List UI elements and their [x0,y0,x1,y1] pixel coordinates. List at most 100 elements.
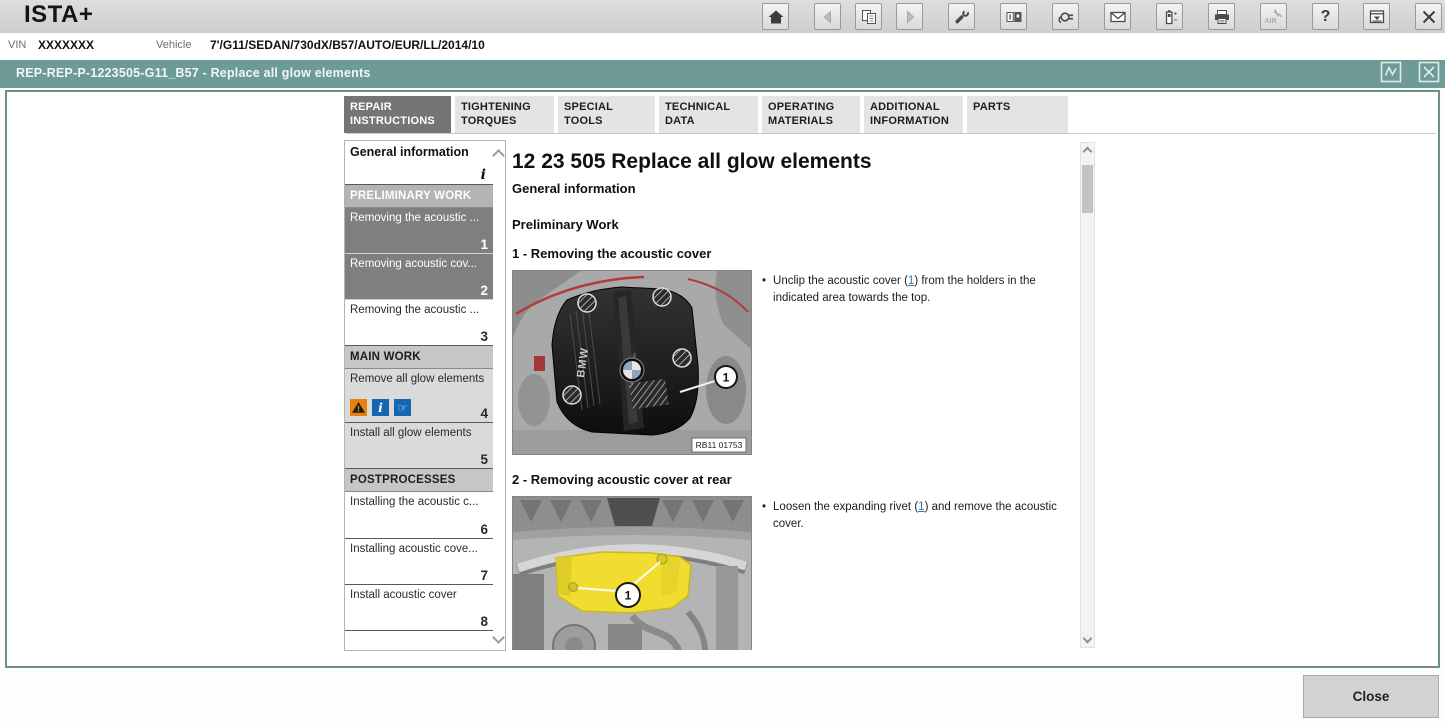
close-app-button[interactable] [1415,3,1442,30]
back-arrow-icon [819,8,837,26]
sidebar-scroll-up-icon[interactable] [492,149,505,162]
signal-button[interactable] [1380,63,1402,85]
step-number: 7 [480,568,488,583]
back-button[interactable] [814,3,841,30]
home-button[interactable] [762,3,789,30]
tab-divider [346,133,1436,134]
step-number: 1 [480,237,488,252]
sidebar-item-label: Installing acoustic cove... [350,543,478,555]
step-number: 6 [480,522,488,537]
workshop-tools-button[interactable] [948,3,975,30]
messages-button[interactable] [1104,3,1131,30]
svg-text:☞: ☞ [398,402,408,415]
battery-button[interactable] [1156,3,1183,30]
air-button[interactable]: AIR [1260,3,1287,30]
tab-additional-information[interactable]: ADDITIONAL INFORMATION [864,96,963,133]
close-document-button[interactable] [1418,63,1440,85]
step1-heading: 1 - Removing the acoustic cover [512,246,711,261]
scrollbar-thumb[interactable] [1082,165,1093,213]
sidebar-header-main-work: MAIN WORK [345,346,493,369]
ista-application-window: ISTA+ AIR ? VIN X [0,0,1445,727]
bullet-marker [762,273,773,307]
sidebar-item-step-8[interactable]: Install acoustic cover 8 [345,585,493,631]
operations-list-icon [860,8,878,26]
tab-label: TECHNICAL DATA [665,101,730,127]
svg-text:i: i [378,400,383,415]
content-scrollbar[interactable] [1080,142,1095,648]
tab-operating-materials[interactable]: OPERATING MATERIALS [762,96,860,133]
home-icon [767,8,785,26]
document-heading: 12 23 505 Replace all glow elements [512,150,872,174]
sidebar-item-label: Remove all glow elements [350,373,484,385]
sidebar-header-preliminary-work: PRELIMINARY WORK [345,185,493,208]
bullet-marker [762,499,773,533]
chevron-up-icon [1083,147,1093,157]
warning-icon[interactable] [350,399,367,419]
sidebar-item-label: Removing the acoustic ... [350,304,479,316]
step2-figure: 1 [512,496,752,650]
help-icon: ? [1321,9,1331,25]
forward-button[interactable] [896,3,923,30]
sidebar-scroll-down-icon[interactable] [492,631,505,644]
step1-figure: BMW TwinPower Turbo 1 RB11 01753 [512,270,752,455]
sidebar-item-step-1[interactable]: Removing the acoustic ... 1 [345,208,493,254]
step2-heading: 2 - Removing acoustic cover at rear [512,472,732,487]
tab-parts[interactable]: PARTS [967,96,1068,133]
chevron-down-icon [1083,634,1093,644]
sidebar-item-label: Removing acoustic cov... [350,258,477,270]
tab-special-tools[interactable]: SPECIAL TOOLS [558,96,655,133]
tab-label: ADDITIONAL INFORMATION [870,101,949,127]
scroll-down-button[interactable] [1081,633,1094,647]
sidebar-item-step-4[interactable]: Remove all glow elements i ☞ 4 [345,369,493,423]
sidebar-item-label: Installing the acoustic c... [350,496,478,508]
step1-instruction: Unclip the acoustic cover (1) from the h… [762,273,1078,307]
preliminary-work-heading: Preliminary Work [512,217,619,232]
sidebar-item-label: Install acoustic cover [350,589,457,601]
step-number: 8 [480,614,488,629]
info-icon[interactable]: i [372,399,389,419]
forward-arrow-icon [901,8,919,26]
mail-icon [1109,8,1127,26]
tab-technical-data[interactable]: TECHNICAL DATA [659,96,758,133]
measuring-devices-button[interactable] [1000,3,1027,30]
tab-repair-instructions[interactable]: REPAIR INSTRUCTIONS [344,96,451,133]
tab-tightening-torques[interactable]: TIGHTENING TORQUES [455,96,554,133]
tab-label: OPERATING MATERIALS [768,101,834,127]
minimize-window-button[interactable] [1363,3,1390,30]
sidebar-item-general-information[interactable]: General information i [345,141,493,185]
air-icon: AIR [1265,8,1283,26]
vehicle-value: 7'/G11/SEDAN/730dX/B57/AUTO/EUR/LL/2014/… [210,38,485,52]
sidebar-item-label: General information [350,145,469,159]
procedure-step-list: General information i PRELIMINARY WORK R… [344,140,506,651]
connection-button[interactable] [1052,3,1079,30]
tab-label: REPAIR INSTRUCTIONS [350,101,435,127]
help-button[interactable]: ? [1312,3,1339,30]
sidebar-item-step-2[interactable]: Removing acoustic cov... 2 [345,254,493,300]
minimize-window-icon [1368,8,1386,26]
tab-label: PARTS [973,101,1010,113]
sidebar-item-step-3[interactable]: Removing the acoustic ... 3 [345,300,493,346]
info-badge: i [481,167,486,183]
tab-label: SPECIAL TOOLS [564,101,613,127]
scroll-up-button[interactable] [1081,143,1094,157]
close-button[interactable]: Close [1303,675,1439,718]
sidebar-item-label: Removing the acoustic ... [350,212,479,224]
vin-value: XXXXXXX [38,38,94,52]
print-button[interactable] [1208,3,1235,30]
callout-1-label: 1 [723,371,730,385]
hand-pointer-icon[interactable]: ☞ [394,399,411,419]
vehicle-label: Vehicle [156,39,191,51]
sidebar-item-step-5[interactable]: Install all glow elements 5 [345,423,493,469]
step-number: 3 [480,329,488,344]
figure-caption: RB11 01753 [696,440,743,450]
document-title: REP-REP-P-1223505-G11_B57 - Replace all … [16,66,371,80]
step2-instruction: Loosen the expanding rivet (1) and remov… [762,499,1078,533]
step-number: 5 [480,452,488,467]
operations-list-button[interactable] [855,3,882,30]
app-title: ISTA+ [24,1,93,29]
sidebar-item-step-6[interactable]: Installing the acoustic c... 6 [345,492,493,539]
battery-icon [1161,8,1179,26]
general-information-heading: General information [512,181,636,196]
close-icon [1420,8,1438,26]
sidebar-item-step-7[interactable]: Installing acoustic cove... 7 [345,539,493,585]
